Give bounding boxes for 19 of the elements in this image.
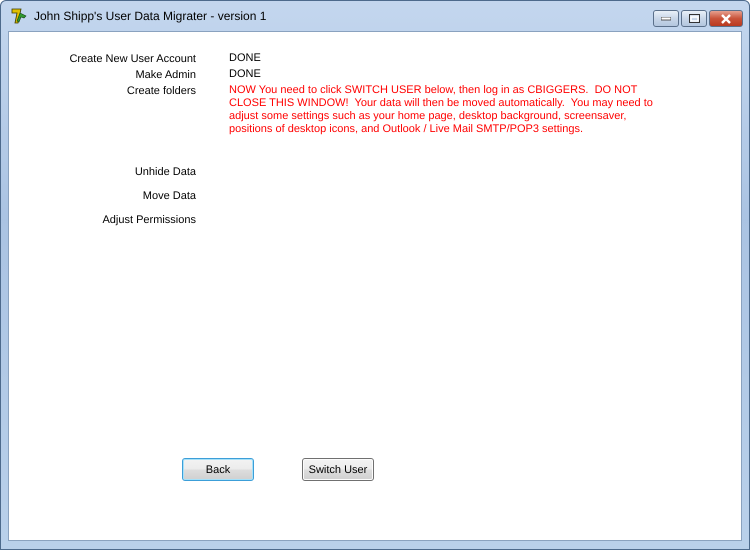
step-label: Move Data: [142, 189, 196, 204]
instruction-message: NOW You need to click SWITCH USER below, then log in as CBIGGERS. DO NOT CLOSE THIS WINDOW! Your data will then be moved automatically. You may need to adjust some settings such as your home page, desktop background, screensaver, positions of desktop icons, and Outlook / Live Mail SMTP/POP3 settings.: [229, 83, 654, 137]
step-label: Create New User Account: [68, 52, 196, 67]
app-logo-icon: [10, 7, 28, 25]
back-button[interactable]: Back: [182, 458, 254, 481]
step-status: DONE: [229, 67, 262, 82]
minimize-icon: [661, 16, 671, 20]
step-label: Unhide Data: [134, 165, 196, 180]
maximize-button[interactable]: [681, 10, 707, 27]
close-button[interactable]: [709, 10, 743, 27]
step-status: DONE: [229, 51, 262, 66]
step-label: Make Admin: [134, 68, 196, 83]
step-label: Adjust Permissions: [101, 213, 196, 228]
maximize-icon: [688, 14, 700, 23]
switch-user-button[interactable]: Switch User: [302, 458, 374, 481]
close-icon: [720, 14, 732, 24]
step-label: Create folders: [126, 84, 196, 99]
window-title: John Shipp's User Data Migrater - version 1: [34, 9, 268, 23]
minimize-button[interactable]: [653, 10, 679, 27]
